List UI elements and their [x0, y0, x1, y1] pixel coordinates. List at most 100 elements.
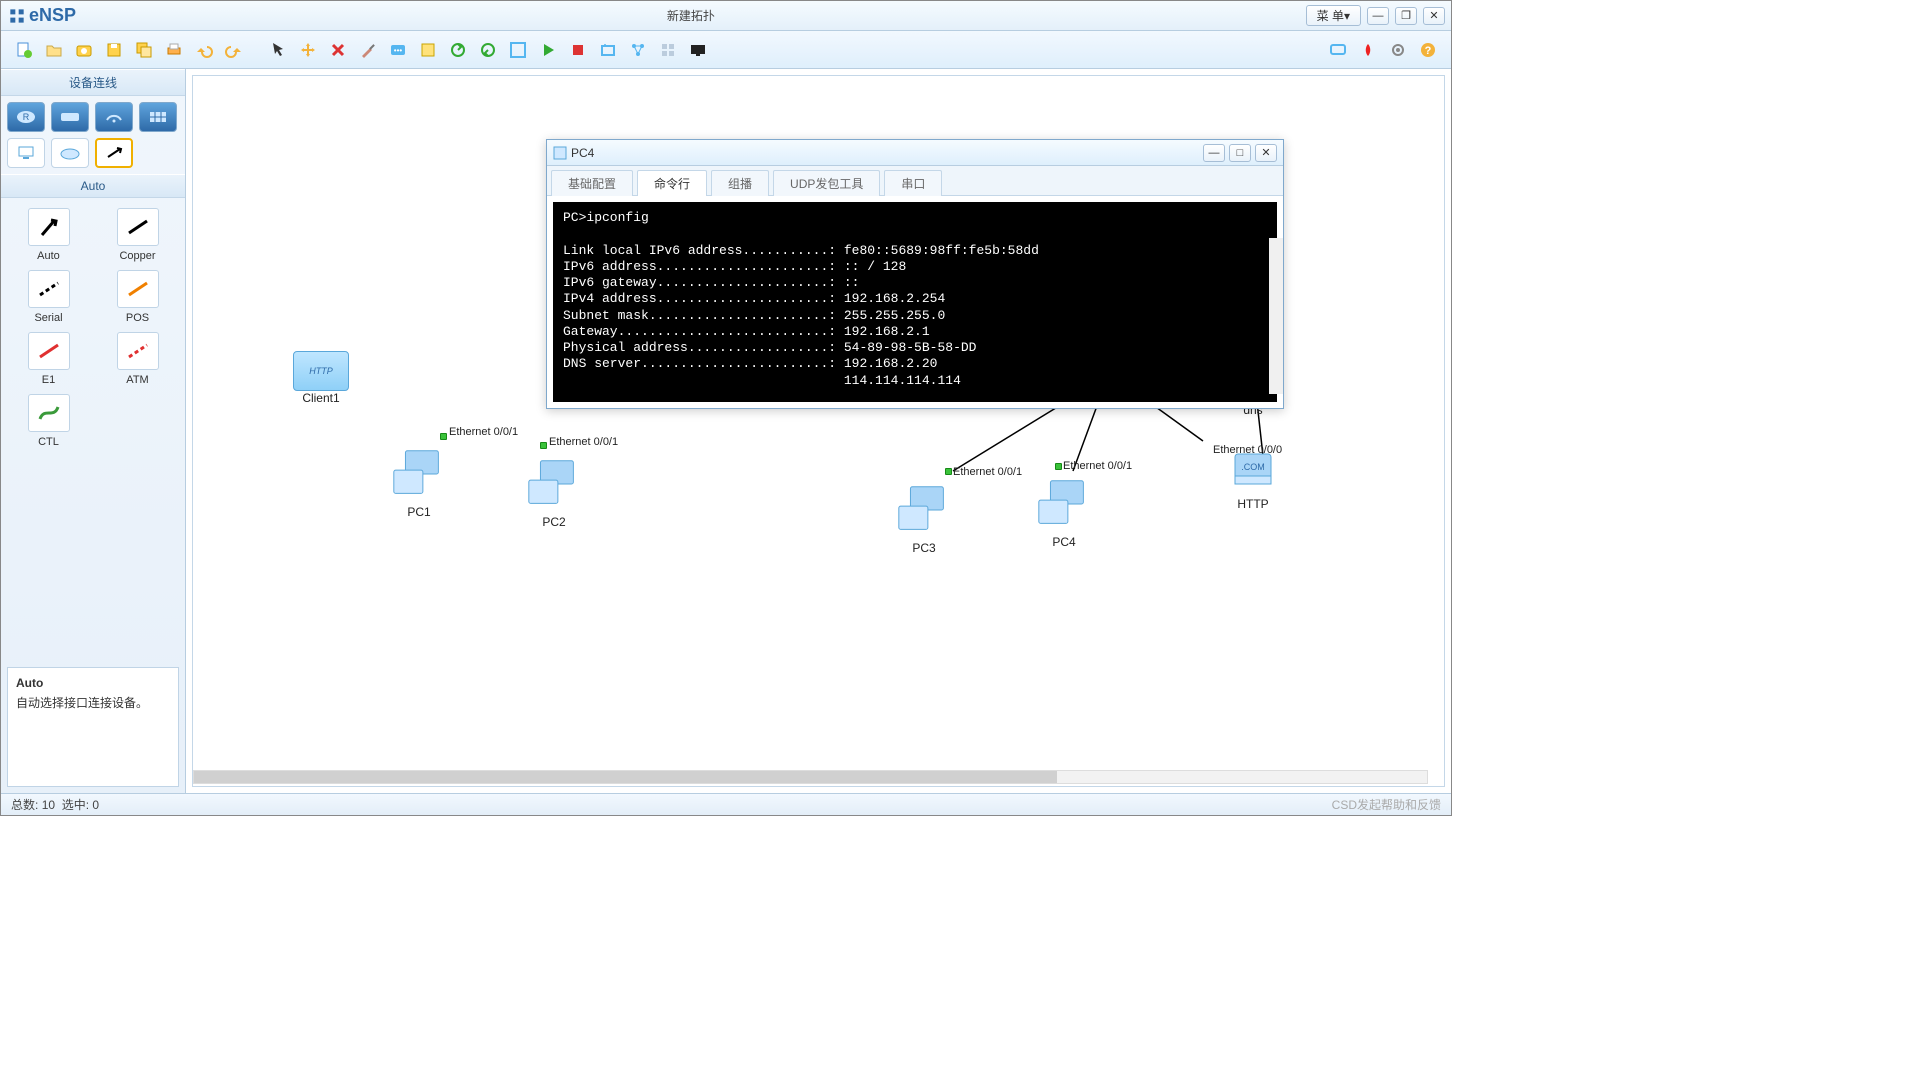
- svg-text:R: R: [23, 112, 30, 122]
- huawei-icon[interactable]: [1355, 37, 1381, 63]
- device-panel-title: 设备连线: [1, 69, 185, 96]
- port-dot: [1055, 463, 1062, 470]
- watermark: CSD发起帮助和反馈: [1332, 796, 1441, 813]
- cat-router-icon[interactable]: R: [7, 102, 45, 132]
- tab-basic-config[interactable]: 基础配置: [551, 170, 633, 196]
- port-label-pc3: Ethernet 0/0/1: [953, 466, 1022, 478]
- node-label: HTTP: [1237, 497, 1268, 511]
- node-label: Client1: [302, 391, 339, 405]
- client-icon: HTTP: [293, 351, 349, 391]
- cable-e1[interactable]: E1: [19, 332, 78, 386]
- close-button[interactable]: ✕: [1423, 7, 1445, 25]
- node-pc4[interactable]: PC4: [1033, 476, 1095, 549]
- text-icon[interactable]: •••: [385, 37, 411, 63]
- open-icon[interactable]: [41, 37, 67, 63]
- terminal-maximize-button[interactable]: □: [1229, 144, 1251, 162]
- status-sel-label: 选中:: [62, 796, 89, 813]
- svg-text:•••: •••: [394, 46, 403, 55]
- pc-icon: [893, 482, 955, 541]
- terminal-title: PC4: [571, 146, 594, 160]
- port-dot: [440, 433, 447, 440]
- tab-udp[interactable]: UDP发包工具: [773, 170, 880, 196]
- refresh-in-icon[interactable]: [475, 37, 501, 63]
- main-menu-button[interactable]: 菜 单▾: [1306, 5, 1361, 26]
- cat-wlan-icon[interactable]: [95, 102, 133, 132]
- port-label-http: Ethernet 0/0/0: [1213, 444, 1282, 456]
- sidebar: 设备连线 R Auto Auto Copper Serial POS E1 AT…: [1, 69, 186, 793]
- node-label: PC4: [1052, 535, 1075, 549]
- saveas-icon[interactable]: [131, 37, 157, 63]
- capture-icon[interactable]: [595, 37, 621, 63]
- terminal-titlebar[interactable]: PC4 — □ ✕: [547, 140, 1283, 166]
- cable-serial[interactable]: Serial: [19, 270, 78, 324]
- screen-icon[interactable]: [685, 37, 711, 63]
- svg-text:.COM: .COM: [1241, 462, 1265, 472]
- tab-serial[interactable]: 串口: [884, 170, 942, 196]
- new-icon[interactable]: [11, 37, 37, 63]
- canvas-hscrollbar[interactable]: [193, 770, 1428, 784]
- status-total-value: 10: [42, 798, 55, 812]
- cat-firewall-icon[interactable]: [139, 102, 177, 132]
- save-icon[interactable]: [101, 37, 127, 63]
- broom-icon[interactable]: [355, 37, 381, 63]
- cable-panel-title: Auto: [1, 174, 185, 198]
- undo-icon[interactable]: [191, 37, 217, 63]
- redo-icon[interactable]: [221, 37, 247, 63]
- pointer-icon[interactable]: [265, 37, 291, 63]
- cat-cable-icon[interactable]: [95, 138, 133, 168]
- app-logo: eNSP: [7, 5, 76, 26]
- toolbar: ••• ?: [1, 31, 1451, 69]
- terminal-window[interactable]: PC4 — □ ✕ 基础配置 命令行 组播 UDP发包工具 串口 PC>ipco…: [546, 139, 1284, 409]
- settings-icon[interactable]: [1385, 37, 1411, 63]
- cat-pc-icon[interactable]: [7, 138, 45, 168]
- terminal-close-button[interactable]: ✕: [1255, 144, 1277, 162]
- tab-cli[interactable]: 命令行: [637, 170, 707, 196]
- terminal-scrollbar[interactable]: [1269, 238, 1283, 394]
- stop-icon[interactable]: [565, 37, 591, 63]
- port-dot: [945, 468, 952, 475]
- app-name: eNSP: [29, 5, 76, 26]
- help-icon[interactable]: ?: [1415, 37, 1441, 63]
- cable-auto[interactable]: Auto: [19, 208, 78, 262]
- refresh-out-icon[interactable]: [445, 37, 471, 63]
- grid-icon[interactable]: [655, 37, 681, 63]
- status-sel-value: 0: [92, 798, 99, 812]
- status-bar: 总数: 10 选中: 0 CSD发起帮助和反馈: [1, 793, 1451, 815]
- topology-icon[interactable]: [625, 37, 651, 63]
- message-icon[interactable]: [1325, 37, 1351, 63]
- delete-icon[interactable]: [325, 37, 351, 63]
- canvas[interactable]: HTTP Client1 PC1 Ethernet 0/0/1 PC2 Ethe…: [186, 69, 1451, 793]
- cable-grid: Auto Copper Serial POS E1 ATM CTL: [1, 198, 185, 458]
- cable-copper[interactable]: Copper: [108, 208, 167, 262]
- pc-icon: [523, 456, 585, 515]
- description-text: 自动选择接口连接设备。: [16, 696, 148, 710]
- note-icon[interactable]: [415, 37, 441, 63]
- document-title: 新建拓扑: [76, 7, 1306, 24]
- cable-pos[interactable]: POS: [108, 270, 167, 324]
- port-label-pc2: Ethernet 0/0/1: [549, 436, 618, 448]
- cable-ctl[interactable]: CTL: [19, 394, 78, 448]
- description-title: Auto: [16, 676, 170, 690]
- start-icon[interactable]: [535, 37, 561, 63]
- terminal-output[interactable]: PC>ipconfig Link local IPv6 address.....…: [553, 202, 1277, 402]
- terminal-minimize-button[interactable]: —: [1203, 144, 1225, 162]
- minimize-button[interactable]: —: [1367, 7, 1389, 25]
- node-label: PC3: [912, 541, 935, 555]
- description-box: Auto 自动选择接口连接设备。: [7, 667, 179, 787]
- zoom-fit-icon[interactable]: [505, 37, 531, 63]
- cat-cloud-icon[interactable]: [51, 138, 89, 168]
- svg-text:?: ?: [1425, 45, 1432, 57]
- node-pc1[interactable]: PC1: [388, 446, 450, 519]
- cable-atm[interactable]: ATM: [108, 332, 167, 386]
- node-label: PC1: [407, 505, 430, 519]
- node-pc3[interactable]: PC3: [893, 482, 955, 555]
- cat-switch-icon[interactable]: [51, 102, 89, 132]
- pan-icon[interactable]: [295, 37, 321, 63]
- node-client1[interactable]: HTTP Client1: [293, 351, 349, 405]
- print-icon[interactable]: [161, 37, 187, 63]
- maximize-button[interactable]: ❐: [1395, 7, 1417, 25]
- snapshot-icon[interactable]: [71, 37, 97, 63]
- tab-multicast[interactable]: 组播: [711, 170, 769, 196]
- node-pc2[interactable]: PC2: [523, 456, 585, 529]
- pc-icon: [1033, 476, 1095, 535]
